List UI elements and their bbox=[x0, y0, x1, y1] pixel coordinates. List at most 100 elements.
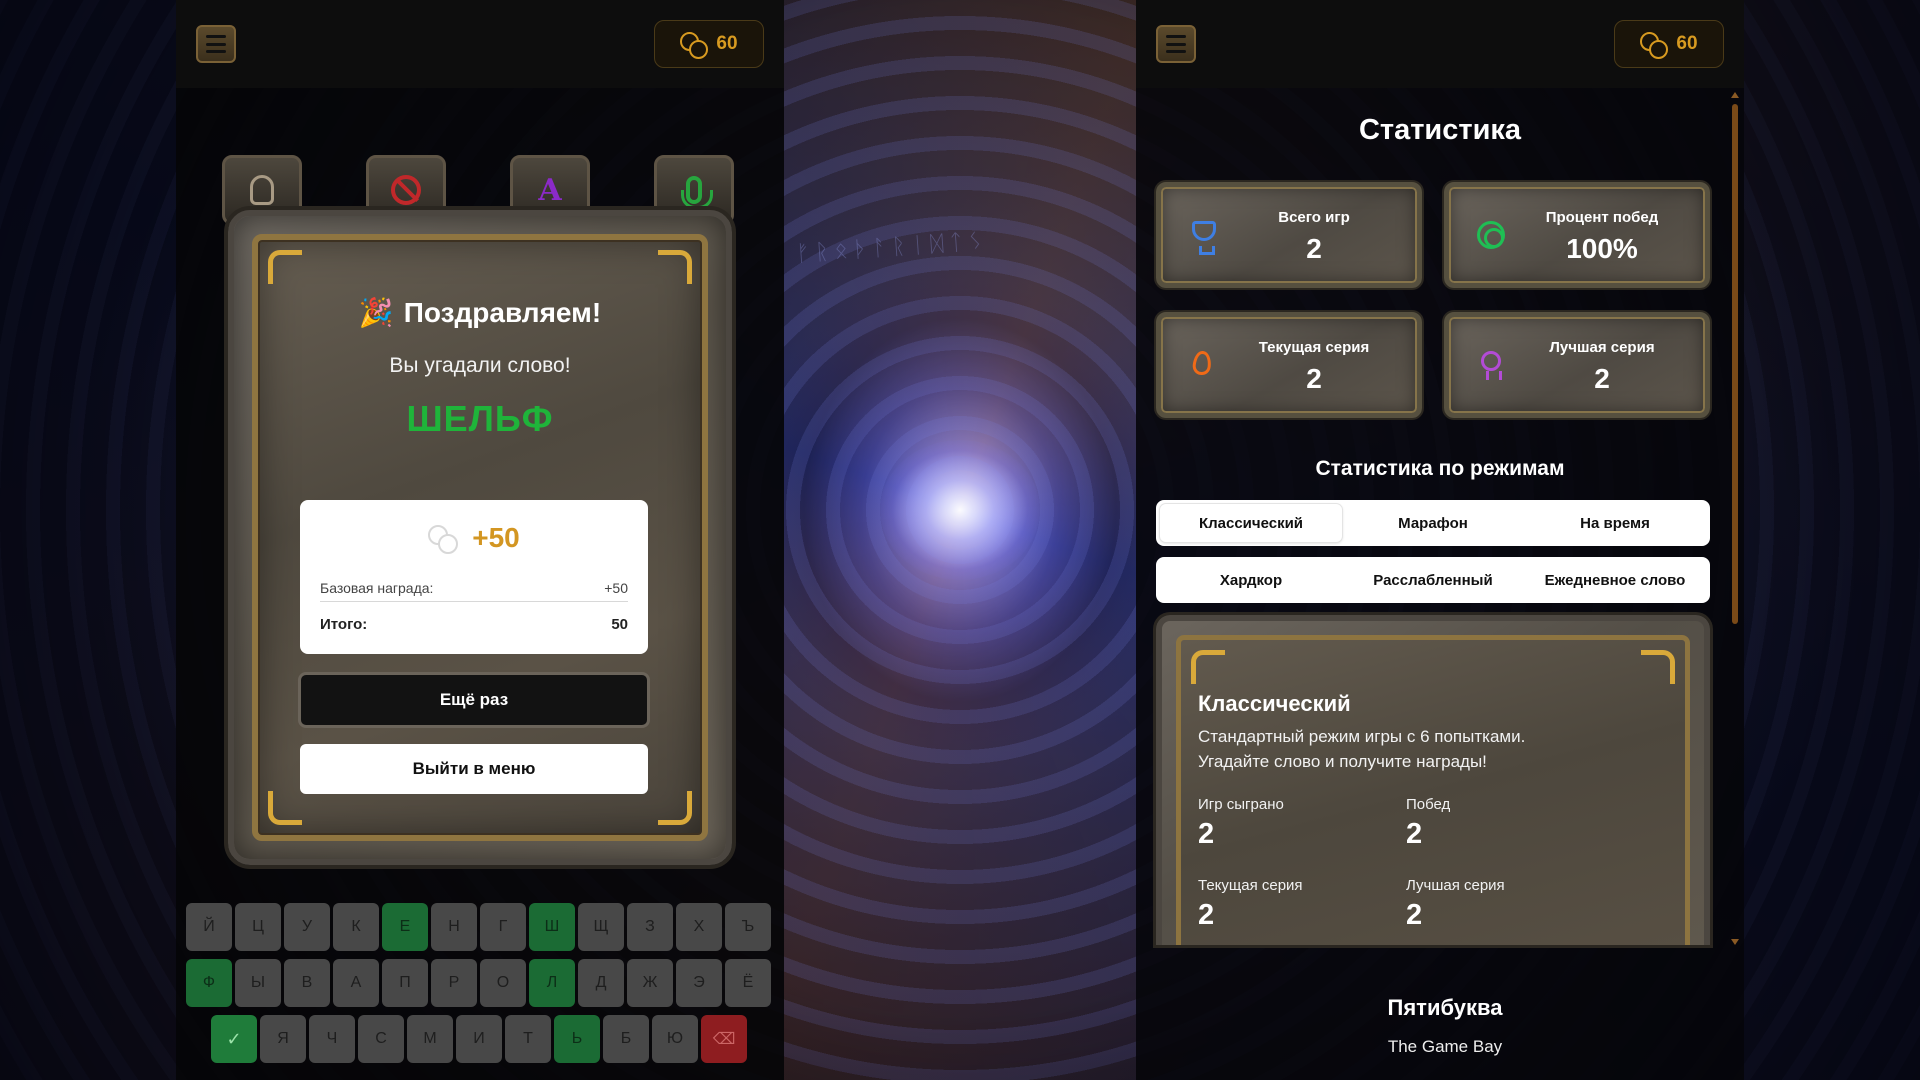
key-4[interactable]: С bbox=[358, 1015, 404, 1063]
mode-description: Стандартный режим игры с 6 попытками. Уг… bbox=[1198, 727, 1526, 771]
stat-label: Всего игр bbox=[1278, 209, 1350, 226]
key-8[interactable]: Ь bbox=[554, 1015, 600, 1063]
frame-corner bbox=[268, 791, 302, 825]
games-played-value: 2 bbox=[1198, 818, 1215, 850]
key-8[interactable]: Ш bbox=[529, 903, 575, 951]
menu-button[interactable] bbox=[1156, 25, 1196, 63]
tab-timed[interactable]: На время bbox=[1524, 504, 1706, 542]
stat-card-total-games: Всего игр 2 bbox=[1156, 182, 1422, 288]
key-10[interactable]: Ж bbox=[627, 959, 673, 1007]
key-9[interactable]: Б bbox=[603, 1015, 649, 1063]
tab-hardcore[interactable]: Хардкор bbox=[1160, 561, 1342, 599]
key-5[interactable]: П bbox=[382, 959, 428, 1007]
tab-relaxed[interactable]: Расслабленный bbox=[1342, 561, 1524, 599]
mode-tabs-row-1: Классический Марафон На время bbox=[1156, 500, 1710, 546]
best-streak-label: Лучшая серия bbox=[1406, 877, 1505, 894]
key-7[interactable]: О bbox=[480, 959, 526, 1007]
letter-a-icon: A bbox=[538, 172, 562, 208]
no-entry-icon bbox=[391, 175, 421, 205]
key-7[interactable]: Т bbox=[505, 1015, 551, 1063]
modes-section-title: Статистика по режимам bbox=[1315, 457, 1565, 480]
key-9[interactable]: Щ bbox=[578, 903, 624, 951]
page-title: Статистика bbox=[1358, 114, 1522, 146]
wins-label: Побед bbox=[1406, 796, 1451, 813]
best-streak-value: 2 bbox=[1406, 899, 1423, 931]
footer-app-name: Пятибуква bbox=[1387, 995, 1503, 1020]
scroll-down-arrow[interactable] bbox=[1731, 939, 1739, 945]
key-10[interactable]: З bbox=[627, 903, 673, 951]
current-streak-label: Текущая серия bbox=[1198, 877, 1303, 894]
target-icon bbox=[1477, 221, 1505, 249]
total-value: 50 bbox=[611, 616, 628, 633]
top-bar: 60 bbox=[176, 0, 784, 88]
key-6[interactable]: Р bbox=[431, 959, 477, 1007]
footer-publisher: The Game Bay bbox=[1387, 1037, 1503, 1056]
stat-value: 2 bbox=[1594, 363, 1610, 394]
stat-label: Лучшая серия bbox=[1549, 339, 1655, 356]
backspace-key[interactable]: ⌫ bbox=[701, 1015, 747, 1063]
tab-daily-word[interactable]: Ежедневное слово bbox=[1524, 561, 1706, 599]
key-5[interactable]: Е bbox=[382, 903, 428, 951]
top-bar: 60 bbox=[1136, 0, 1744, 88]
scroll-up-arrow[interactable] bbox=[1731, 92, 1739, 98]
tab-marathon[interactable]: Марафон bbox=[1342, 504, 1524, 542]
hamburger-icon bbox=[1166, 35, 1186, 53]
reward-summary: +50 bbox=[300, 522, 648, 554]
trophy-icon bbox=[1192, 221, 1216, 255]
key-4[interactable]: А bbox=[333, 959, 379, 1007]
key-3[interactable]: В bbox=[284, 959, 330, 1007]
wins-value: 2 bbox=[1406, 818, 1423, 850]
ribbon-icon bbox=[1481, 351, 1502, 380]
key-11[interactable]: Э bbox=[676, 959, 722, 1007]
stat-card-win-rate: Процент побед 100% bbox=[1444, 182, 1710, 288]
reward-card: +50 Базовая награда: +50 Итого: 50 bbox=[300, 500, 648, 654]
key-5[interactable]: М bbox=[407, 1015, 453, 1063]
key-6[interactable]: И bbox=[456, 1015, 502, 1063]
key-6[interactable]: Н bbox=[431, 903, 477, 951]
enter-key[interactable]: ✓ bbox=[211, 1015, 257, 1063]
stat-value: 2 bbox=[1306, 233, 1322, 264]
play-again-button[interactable]: Ещё раз bbox=[298, 672, 650, 728]
key-3[interactable]: У bbox=[284, 903, 330, 951]
frame-corner bbox=[268, 250, 302, 284]
stat-value: 2 bbox=[1306, 363, 1322, 394]
key-9[interactable]: Д bbox=[578, 959, 624, 1007]
vortex-core bbox=[880, 440, 1040, 580]
stat-value: 100% bbox=[1566, 233, 1638, 264]
stat-label: Текущая серия bbox=[1258, 339, 1370, 356]
key-11[interactable]: Х bbox=[676, 903, 722, 951]
stat-label: Процент побед bbox=[1545, 209, 1659, 226]
current-streak-value: 2 bbox=[1198, 899, 1215, 931]
modal-title: 🎉 Поздравляем! bbox=[234, 296, 726, 329]
key-7[interactable]: Г bbox=[480, 903, 526, 951]
stat-card-current-streak: Текущая серия 2 bbox=[1156, 312, 1422, 418]
key-2[interactable]: Я bbox=[260, 1015, 306, 1063]
key-4[interactable]: К bbox=[333, 903, 379, 951]
modal-title-text: Поздравляем! bbox=[403, 297, 602, 328]
modal-subtitle: Вы угадали слово! bbox=[389, 354, 571, 377]
tab-classic[interactable]: Классический bbox=[1160, 504, 1342, 542]
key-2[interactable]: Ц bbox=[235, 903, 281, 951]
base-reward-value: +50 bbox=[604, 580, 628, 596]
stat-card-best-streak: Лучшая серия 2 bbox=[1444, 312, 1710, 418]
coin-count: 60 bbox=[1676, 33, 1698, 54]
key-10[interactable]: Ю bbox=[652, 1015, 698, 1063]
exit-to-menu-button[interactable]: Выйти в меню bbox=[300, 744, 648, 794]
key-3[interactable]: Ч bbox=[309, 1015, 355, 1063]
key-1[interactable]: Ф bbox=[186, 959, 232, 1007]
flame-icon bbox=[1191, 350, 1213, 376]
key-2[interactable]: Ы bbox=[235, 959, 281, 1007]
mode-name: Классический bbox=[1198, 691, 1351, 716]
scrollbar-thumb[interactable] bbox=[1732, 104, 1738, 624]
coin-balance: 60 bbox=[654, 20, 764, 68]
key-8[interactable]: Л bbox=[529, 959, 575, 1007]
key-12[interactable]: Ъ bbox=[725, 903, 771, 951]
mode-tabs-row-2: Хардкор Расслабленный Ежедневное слово bbox=[1156, 557, 1710, 603]
mode-card-frame bbox=[1176, 635, 1690, 945]
mode-stats-card bbox=[1156, 615, 1710, 945]
key-12[interactable]: Ё bbox=[725, 959, 771, 1007]
key-1[interactable]: Й bbox=[186, 903, 232, 951]
guessed-word: ШЕЛЬФ bbox=[406, 398, 554, 439]
menu-button[interactable] bbox=[196, 25, 236, 63]
frame-corner bbox=[1191, 650, 1225, 684]
